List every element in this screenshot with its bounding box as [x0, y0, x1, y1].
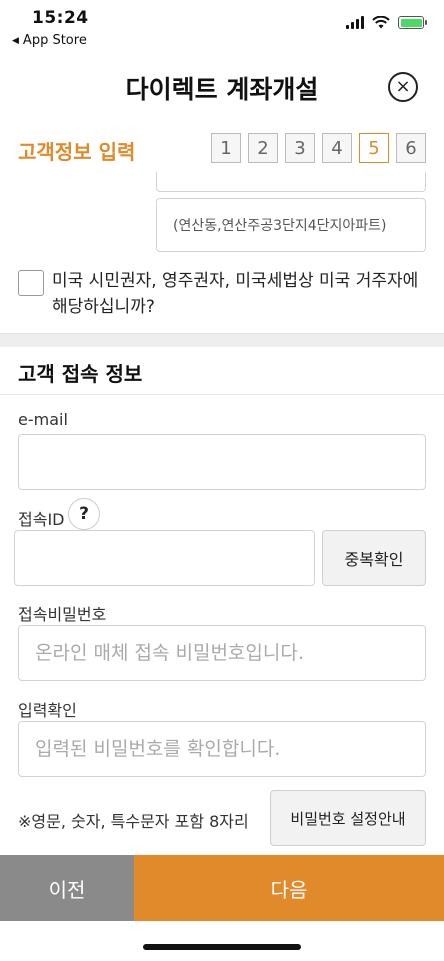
step-5-active: 5 [359, 133, 389, 163]
step-title: 고객정보 입력 [18, 140, 136, 164]
password-confirm-label: 입력확인 [18, 701, 77, 720]
section-divider [0, 333, 444, 347]
back-label: App Store [22, 33, 87, 48]
step-2: 2 [248, 133, 278, 163]
status-icons [346, 16, 427, 29]
password-guide-button[interactable]: 비밀번호 설정안내 [270, 790, 426, 846]
status-time: 15:24 [32, 8, 89, 28]
password-rule-note: ※영문, 숫자, 특수문자 포함 8자리 [18, 812, 249, 831]
password-confirm-field[interactable] [18, 721, 426, 777]
back-triangle-icon: ◀ [12, 35, 19, 46]
close-button[interactable]: × [388, 72, 418, 102]
signal-icon [346, 16, 364, 29]
header: 다이렉트 계좌개설 × [0, 58, 444, 118]
step-4: 4 [322, 133, 352, 163]
duplicate-check-button[interactable]: 중복확인 [322, 530, 426, 586]
back-to-app-store[interactable]: ◀ App Store [12, 33, 87, 48]
battery-icon [398, 16, 427, 29]
prev-button[interactable]: 이전 [0, 855, 134, 921]
email-label: e-mail [18, 410, 68, 429]
us-person-checkbox[interactable] [18, 270, 44, 296]
step-6: 6 [396, 133, 426, 163]
help-icon[interactable]: ? [68, 498, 100, 530]
login-id-field[interactable] [14, 530, 315, 586]
divider-line [0, 394, 444, 395]
address-field-partial[interactable] [156, 172, 426, 192]
home-indicator [143, 944, 301, 950]
status-bar: 15:24 ◀ App Store [0, 0, 444, 52]
address-detail-field[interactable]: (연산동,연산주공3단지4단지아파트) [156, 198, 426, 252]
section-title: 고객 접속 정보 [18, 362, 143, 386]
step-indicator: 고객정보 입력 1 2 3 4 5 6 [0, 130, 444, 170]
password-label: 접속비밀번호 [18, 605, 107, 624]
us-person-check-row[interactable]: 미국 시민권자, 영주권자, 미국세법상 미국 거주자에 해당하십니까? [18, 268, 428, 320]
step-1: 1 [211, 133, 241, 163]
wifi-icon [372, 16, 390, 29]
email-field[interactable] [18, 434, 426, 490]
step-list: 1 2 3 4 5 6 [211, 133, 426, 163]
page-title: 다이렉트 계좌개설 [125, 75, 319, 104]
password-field[interactable] [18, 625, 426, 681]
step-3: 3 [285, 133, 315, 163]
close-icon: × [395, 76, 411, 97]
login-id-label: 접속ID [18, 510, 65, 529]
bottom-nav: 이전 다음 [0, 855, 444, 921]
us-person-label: 미국 시민권자, 영주권자, 미국세법상 미국 거주자에 해당하십니까? [52, 271, 419, 317]
next-button[interactable]: 다음 [134, 855, 444, 921]
